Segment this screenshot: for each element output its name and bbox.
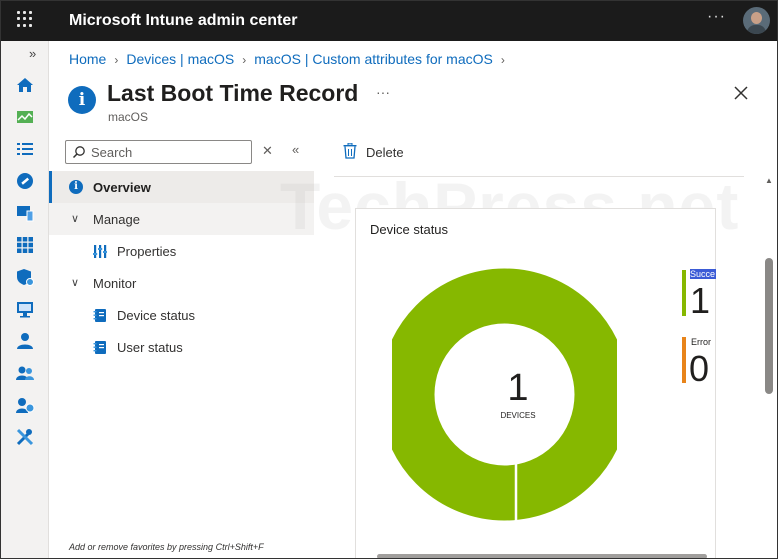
app-launcher-icon[interactable] (17, 11, 33, 27)
breadcrumb: Home › Devices | macOS › macOS | Custom attr… (69, 51, 513, 67)
vertical-scrollbar[interactable]: ▲ (763, 172, 775, 559)
breadcrumb-custom-attributes[interactable]: macOS | Custom attributes for macOS (254, 51, 493, 67)
avatar[interactable] (743, 7, 770, 34)
more-icon[interactable]: ··· (707, 8, 726, 26)
donut-total: 1 (507, 367, 529, 409)
trash-icon (343, 143, 357, 159)
overview-info-icon: i (69, 180, 83, 194)
app-title[interactable]: Microsoft Intune admin center (69, 12, 297, 30)
menu-item-label: Properties (117, 244, 177, 259)
breadcrumb-separator: › (242, 53, 247, 67)
menu-item-overview[interactable]: i Overview (49, 171, 314, 203)
chevron-down-icon: ∨ (71, 277, 80, 289)
menu-group-manage[interactable]: ∨ Manage (49, 203, 314, 235)
info-icon: i (68, 86, 96, 114)
collapse-menu-icon[interactable]: « (292, 142, 299, 157)
breadcrumb-separator: › (500, 53, 505, 67)
reports-icon[interactable] (15, 267, 35, 287)
endpoint-security-icon[interactable] (15, 235, 35, 255)
legend-success-name[interactable]: Succe (690, 269, 716, 279)
favorites-hint: Add or remove favorites by pressing Ctrl… (69, 542, 264, 552)
legend-success-value[interactable]: 1 (690, 283, 710, 319)
apps-icon[interactable] (15, 203, 35, 223)
all-services-icon[interactable] (15, 139, 35, 159)
device-status-card[interactable]: Device status 1 DEVICES Succe 1 Error 0 (355, 208, 716, 559)
expand-rail-icon[interactable]: » (29, 46, 36, 61)
horizontal-scrollbar[interactable] (369, 553, 714, 559)
close-icon[interactable] (730, 82, 752, 104)
vertical-scrollbar-thumb[interactable] (765, 258, 773, 394)
delete-label: Delete (366, 145, 404, 160)
groups-icon[interactable] (15, 363, 35, 383)
horizontal-scrollbar-thumb[interactable] (377, 554, 707, 559)
toolbar-divider (334, 176, 744, 177)
troubleshooting-icon[interactable] (15, 427, 35, 447)
dashboard-icon[interactable] (15, 107, 35, 127)
legend-success-bar (682, 270, 686, 316)
search-input[interactable]: Search (65, 140, 252, 164)
legend-error-value[interactable]: 0 (689, 351, 709, 387)
home-icon[interactable] (15, 75, 35, 95)
devices-icon[interactable] (15, 171, 35, 191)
properties-icon (93, 245, 107, 258)
user-status-icon (93, 341, 106, 354)
search-icon (72, 146, 85, 159)
search-placeholder: Search (91, 145, 133, 160)
breadcrumb-devices-macos[interactable]: Devices | macOS (126, 51, 234, 67)
breadcrumb-home[interactable]: Home (69, 51, 106, 67)
menu-item-label: User status (117, 340, 183, 355)
breadcrumb-separator: › (114, 53, 119, 67)
menu-item-label: Overview (93, 180, 151, 195)
legend-error-name[interactable]: Error (691, 337, 711, 347)
menu-group-label: Monitor (93, 276, 137, 291)
menu-group-monitor[interactable]: ∨ Monitor (49, 267, 314, 299)
card-title: Device status (370, 222, 449, 237)
tenant-admin-icon[interactable] (15, 395, 35, 415)
users-icon[interactable] (15, 331, 35, 351)
clear-search-icon[interactable]: ✕ (262, 143, 273, 159)
page-title: Last Boot Time Record (107, 80, 359, 106)
page-subtitle: macOS (108, 110, 149, 124)
left-nav-rail: » (0, 41, 49, 559)
title-more-icon[interactable]: ··· (376, 84, 390, 100)
legend-error-bar (682, 337, 686, 383)
monitor-icon[interactable] (15, 299, 35, 319)
device-status-icon (93, 309, 106, 322)
menu-item-label: Device status (117, 308, 196, 323)
top-bar: Microsoft Intune admin center ··· (0, 0, 778, 41)
donut-total-label: DEVICES (500, 411, 536, 420)
menu-group-label: Manage (93, 212, 140, 227)
chevron-down-icon: ∨ (71, 213, 80, 225)
scroll-up-icon[interactable]: ▲ (765, 176, 773, 185)
